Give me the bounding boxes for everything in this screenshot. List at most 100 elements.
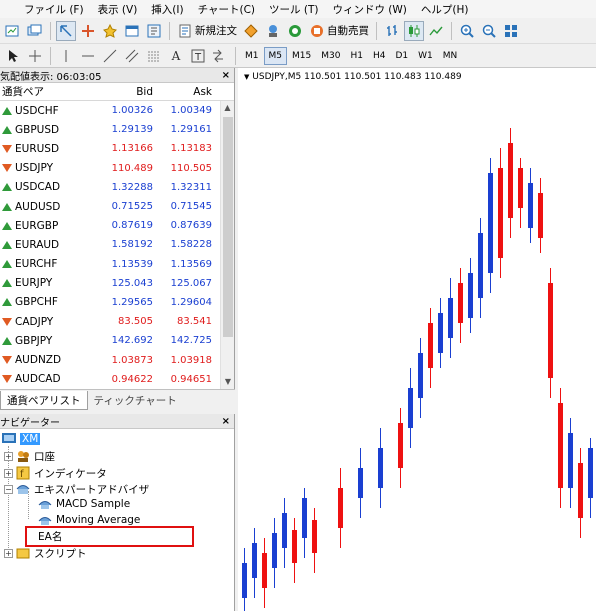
menu-chart[interactable]: チャート(C) xyxy=(191,2,262,17)
timeframe-m30[interactable]: M30 xyxy=(316,47,345,65)
close-icon[interactable]: × xyxy=(222,70,230,81)
table-row[interactable]: EURGBP 0.87619 0.87639 xyxy=(0,216,234,235)
menu-help[interactable]: ヘルプ(H) xyxy=(414,2,476,17)
nav-ma-label: Moving Average xyxy=(56,514,141,526)
table-row[interactable]: GBPUSD 1.29139 1.29161 xyxy=(0,120,234,139)
text-icon[interactable]: A xyxy=(166,46,186,66)
up-arrow-icon xyxy=(2,182,12,192)
market-watch-icon[interactable] xyxy=(56,20,76,41)
bar-chart-icon[interactable] xyxy=(382,21,402,41)
metaeditor-icon[interactable] xyxy=(241,21,261,41)
table-row[interactable]: EURUSD 1.13166 1.13183 xyxy=(0,139,234,158)
market-watch-scrollbar[interactable]: ▲ ▼ xyxy=(220,101,234,389)
scroll-thumb[interactable] xyxy=(223,117,233,337)
symbol-cell: CADJPY xyxy=(0,316,95,328)
expand-icon[interactable]: + xyxy=(4,451,13,461)
tab-tick-chart[interactable]: ティックチャート xyxy=(88,391,183,410)
bull-candle xyxy=(272,533,277,568)
timeframe-m1[interactable]: M1 xyxy=(240,47,264,65)
expand-icon[interactable]: + xyxy=(4,548,13,558)
timeframe-mn[interactable]: MN xyxy=(438,47,463,65)
timeframe-m5[interactable]: M5 xyxy=(263,46,287,65)
table-row[interactable]: AUDUSD 0.71525 0.71545 xyxy=(0,197,234,216)
symbol-name: CADJPY xyxy=(15,315,54,328)
arrows-icon[interactable] xyxy=(210,46,230,66)
table-row[interactable]: EURCHF 1.13539 1.13569 xyxy=(0,255,234,274)
bid-cell: 1.32288 xyxy=(111,181,153,193)
signals-icon[interactable] xyxy=(263,21,283,41)
auto-trade-label: 自動売買 xyxy=(327,25,369,37)
menu-insert[interactable]: 挿入(I) xyxy=(144,2,190,17)
timeframe-m15[interactable]: M15 xyxy=(287,47,316,65)
menu-window[interactable]: ウィンドウ (W) xyxy=(325,2,413,17)
timeframe-h4[interactable]: H4 xyxy=(368,47,391,65)
zoom-out-icon[interactable] xyxy=(479,21,499,41)
navigator-icon[interactable] xyxy=(100,21,120,41)
close-icon[interactable]: × xyxy=(222,416,230,427)
nav-item-experts[interactable]: − エキスパートアドバイザ xyxy=(4,481,149,497)
tab-symbols[interactable]: 通貨ペアリスト xyxy=(0,391,88,410)
crosshair-icon[interactable] xyxy=(25,46,45,66)
column-symbol[interactable]: 通貨ペア xyxy=(0,84,95,99)
nav-root-xm[interactable]: XM xyxy=(2,431,41,447)
scroll-down-icon[interactable]: ▼ xyxy=(221,375,235,389)
ask-cell: 0.71545 xyxy=(170,201,212,213)
chart-collapse-icon[interactable]: ▼ xyxy=(244,73,249,81)
line-chart-icon[interactable] xyxy=(426,21,446,41)
timeframe-w1[interactable]: W1 xyxy=(413,47,438,65)
data-window-icon[interactable] xyxy=(78,21,98,41)
scroll-up-icon[interactable]: ▲ xyxy=(221,101,234,115)
fibonacci-icon[interactable] xyxy=(144,46,164,66)
bull-candle xyxy=(252,543,257,578)
menu-file[interactable]: ファイル (F) xyxy=(0,2,91,17)
menu-tools[interactable]: ツール (T) xyxy=(262,2,325,17)
table-row[interactable]: EURAUD 1.58192 1.58228 xyxy=(0,235,234,254)
new-order-button[interactable]: 新規注文 xyxy=(174,21,240,41)
symbol-cell: GBPCHF xyxy=(0,296,95,308)
table-row[interactable]: USDCHF 1.00326 1.00349 xyxy=(0,101,234,120)
table-row[interactable]: EURJPY 125.043 125.067 xyxy=(0,274,234,293)
candlestick-chart[interactable] xyxy=(238,68,596,611)
symbol-name: EURAUD xyxy=(15,238,60,251)
timeframe-h1[interactable]: H1 xyxy=(345,47,368,65)
channel-icon[interactable] xyxy=(122,46,142,66)
table-row[interactable]: GBPJPY 142.692 142.725 xyxy=(0,331,234,350)
candlestick-icon[interactable] xyxy=(404,20,424,41)
nav-item-accounts[interactable]: + 口座 xyxy=(4,448,55,464)
expand-icon[interactable]: + xyxy=(4,468,13,478)
nav-item-macd-sample[interactable]: MACD Sample xyxy=(38,496,130,512)
vertical-line-icon[interactable] xyxy=(56,46,76,66)
ea-highlight-box xyxy=(25,526,194,547)
up-arrow-icon xyxy=(2,125,12,135)
symbol-cell: USDJPY xyxy=(0,162,95,174)
cursor-icon[interactable] xyxy=(3,46,23,66)
table-row[interactable]: AUDCAD 0.94622 0.94651 xyxy=(0,370,234,389)
zoom-in-icon[interactable] xyxy=(457,21,477,41)
profiles-icon[interactable] xyxy=(25,21,45,41)
menu-view[interactable]: 表示 (V) xyxy=(91,2,145,17)
column-ask[interactable]: Ask xyxy=(153,86,212,98)
table-row[interactable]: USDCAD 1.32288 1.32311 xyxy=(0,178,234,197)
bear-candle xyxy=(312,520,317,553)
horizontal-line-icon[interactable] xyxy=(78,46,98,66)
symbol-cell: EURJPY xyxy=(0,277,95,289)
chart-window[interactable]: ▼ USDJPY,M5 110.501 110.501 110.483 110.… xyxy=(238,68,596,611)
trendline-icon[interactable] xyxy=(100,46,120,66)
table-row[interactable]: USDJPY 110.489 110.505 xyxy=(0,159,234,178)
terminal-icon[interactable] xyxy=(122,21,142,41)
tile-windows-icon[interactable] xyxy=(501,21,521,41)
nav-item-indicators[interactable]: + f インディケータ xyxy=(4,465,107,481)
table-row[interactable]: GBPCHF 1.29565 1.29604 xyxy=(0,293,234,312)
nav-item-scripts[interactable]: + スクリプト xyxy=(4,545,87,561)
tester-icon[interactable] xyxy=(144,21,164,41)
new-chart-icon[interactable] xyxy=(3,21,23,41)
collapse-icon[interactable]: − xyxy=(4,484,13,494)
table-row[interactable]: AUDNZD 1.03873 1.03918 xyxy=(0,350,234,369)
column-bid[interactable]: Bid xyxy=(95,86,153,98)
timeframe-d1[interactable]: D1 xyxy=(390,47,413,65)
symbol-name: EURCHF xyxy=(15,258,58,271)
market-icon[interactable] xyxy=(285,21,305,41)
text-label-icon[interactable]: T xyxy=(188,46,208,66)
auto-trade-button[interactable]: 自動売買 xyxy=(306,21,372,41)
table-row[interactable]: CADJPY 83.505 83.541 xyxy=(0,312,234,331)
